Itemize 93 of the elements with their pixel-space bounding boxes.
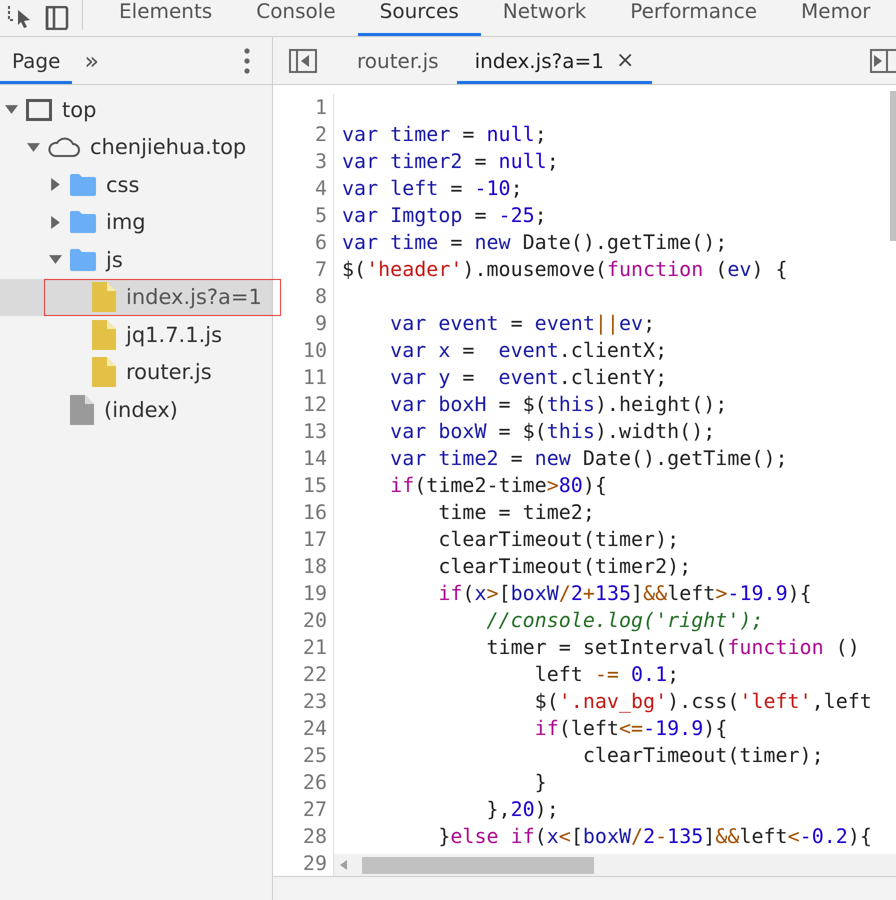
line-number: 11 xyxy=(302,364,328,391)
close-icon[interactable]: × xyxy=(616,48,634,73)
file-icon xyxy=(92,282,116,312)
scrollbar-thumb[interactable] xyxy=(890,91,896,241)
tree-item[interactable]: (index) xyxy=(0,391,272,428)
line-number: 29 xyxy=(302,850,328,876)
code-line: var event = event||ev; xyxy=(389,310,656,337)
line-number: 27 xyxy=(302,796,328,823)
code-line: clearTimeout(timer); xyxy=(437,526,680,553)
navigator-tab[interactable]: Page xyxy=(0,37,72,84)
panel-tab[interactable]: Performance xyxy=(608,0,780,36)
panel-tab[interactable]: Elements xyxy=(97,0,234,36)
panel-tab[interactable]: Network xyxy=(480,0,608,36)
window-icon xyxy=(26,98,52,121)
panel-tab[interactable]: Memor xyxy=(779,0,893,36)
tree-item[interactable]: img xyxy=(0,204,272,241)
code-line: var time2 = new Date().getTime(); xyxy=(389,445,789,472)
file-tab[interactable]: router.js xyxy=(339,37,457,84)
line-number: 25 xyxy=(302,742,328,769)
tree-item[interactable]: js xyxy=(0,241,272,278)
code-line: var boxH = $(this).height(); xyxy=(389,391,728,418)
code-line: $('header').mousemove(function (ev) { xyxy=(342,256,789,283)
tree-item[interactable]: jq1.7.1.js xyxy=(0,316,272,354)
collapse-arrow-icon[interactable] xyxy=(48,178,62,192)
tree-item[interactable]: chenjiehua.top xyxy=(0,128,272,166)
line-number: 9 xyxy=(314,310,328,337)
line-number: 26 xyxy=(302,769,328,796)
expand-arrow-icon[interactable] xyxy=(26,140,40,154)
line-number: 4 xyxy=(314,175,328,202)
line-number: 23 xyxy=(302,688,328,715)
line-number: 16 xyxy=(302,499,328,526)
code-line: var left = -10; xyxy=(342,175,524,202)
sidebar-toggle-icon[interactable] xyxy=(870,48,896,72)
line-number: 20 xyxy=(302,607,328,634)
code-line: var timer = null; xyxy=(342,121,548,148)
line-number: 10 xyxy=(302,337,328,364)
code-line: $('.nav_bg').css('left',left xyxy=(534,688,872,715)
code-line: if(left<=-19.9){ xyxy=(534,715,728,742)
folder-icon xyxy=(70,248,96,271)
line-number: 2 xyxy=(314,121,328,148)
folder-icon xyxy=(70,174,96,196)
code-line: var time = new Date().getTime(); xyxy=(342,229,728,256)
line-number: 6 xyxy=(314,229,328,256)
sidebar-toggle-icon[interactable] xyxy=(289,48,317,72)
code-line: var timer2 = null; xyxy=(342,148,560,175)
line-number: 12 xyxy=(302,391,328,418)
line-number: 28 xyxy=(302,823,328,850)
file-icon xyxy=(92,357,116,388)
code-line: if(time2-time>80){ xyxy=(389,472,608,499)
line-number: 18 xyxy=(302,553,328,580)
folder-icon xyxy=(70,211,96,234)
collapse-arrow-icon[interactable] xyxy=(48,216,62,229)
line-number: 21 xyxy=(302,634,328,661)
horizontal-scrollbar[interactable] xyxy=(334,854,896,876)
line-number: 14 xyxy=(302,445,328,472)
line-number: 5 xyxy=(314,202,328,229)
expand-arrow-icon[interactable] xyxy=(48,253,62,266)
expand-arrow-icon[interactable] xyxy=(4,103,18,116)
tree-item[interactable]: css xyxy=(0,166,272,204)
line-number: 17 xyxy=(302,526,328,553)
file-icon xyxy=(92,320,116,350)
line-number: 24 xyxy=(302,715,328,742)
line-number: 19 xyxy=(302,580,328,607)
file-tab[interactable]: index.js?a=1 × xyxy=(456,37,652,84)
cloud-icon xyxy=(48,136,80,158)
code-line: //console.log('right'); xyxy=(485,607,764,634)
line-number: 15 xyxy=(302,472,328,499)
line-number: 13 xyxy=(302,418,328,445)
code-line: var y = event.clientY; xyxy=(389,364,668,391)
code-line: left -= 0.1; xyxy=(534,661,680,688)
file-icon xyxy=(70,394,94,425)
code-line: var Imgtop = -25; xyxy=(342,202,548,229)
code-line: },20); xyxy=(485,796,560,823)
code-line: time = time2; xyxy=(437,499,596,526)
tree-item[interactable]: router.js xyxy=(0,354,272,391)
code-line: var x = event.clientX; xyxy=(389,337,668,364)
line-number: 7 xyxy=(314,256,328,283)
line-number: 22 xyxy=(302,661,328,688)
device-icon[interactable] xyxy=(44,6,70,30)
line-number: 3 xyxy=(314,148,328,175)
tree-item[interactable]: top xyxy=(0,91,272,128)
menu-icon[interactable] xyxy=(244,48,250,74)
code-line: clearTimeout(timer); xyxy=(582,742,825,769)
line-number: 1 xyxy=(314,94,328,121)
code-line: }else if(x<[boxW/2-135]&&left<-0.2){ xyxy=(437,823,872,850)
code-line: } xyxy=(534,769,548,796)
code-line: var boxW = $(this).width(); xyxy=(389,418,716,445)
line-number: 8 xyxy=(314,283,328,310)
code-line: timer = setInterval(function () xyxy=(485,634,861,661)
code-line: if(x>[boxW/2+135]&&left>-19.9){ xyxy=(437,580,813,607)
code-line: clearTimeout(timer2); xyxy=(437,553,692,580)
panel-tab[interactable]: Console xyxy=(234,0,358,36)
more-tabs-button[interactable]: » xyxy=(72,37,112,84)
